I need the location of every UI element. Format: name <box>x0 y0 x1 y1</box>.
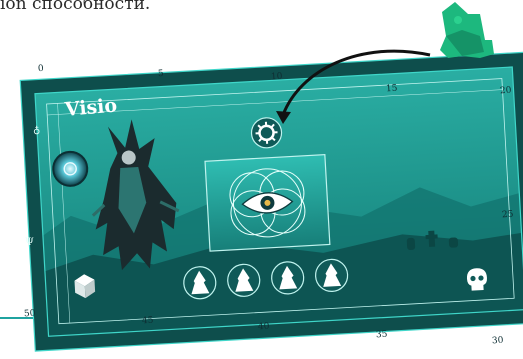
seer-token[interactable] <box>440 2 494 58</box>
track-number: 10 <box>270 71 283 83</box>
character-title: Visio <box>64 94 118 121</box>
track-number: 15 <box>385 83 398 95</box>
track-number: 40 <box>257 321 270 333</box>
crystal-orb-icon <box>52 150 89 187</box>
track-number: 30 <box>491 335 504 347</box>
track-number: 45 <box>141 315 154 327</box>
track-number: 50 <box>23 308 36 320</box>
game-board <box>0 2 523 352</box>
track-number: 0 <box>37 63 45 75</box>
track-number: 25 <box>501 209 514 221</box>
track-number: 5 <box>157 68 165 80</box>
track-number: 20 <box>499 85 512 97</box>
side-symbol-bottom: Ψ <box>25 237 34 248</box>
side-symbol-top: ♁ <box>33 125 41 136</box>
track-number: 35 <box>375 329 388 341</box>
